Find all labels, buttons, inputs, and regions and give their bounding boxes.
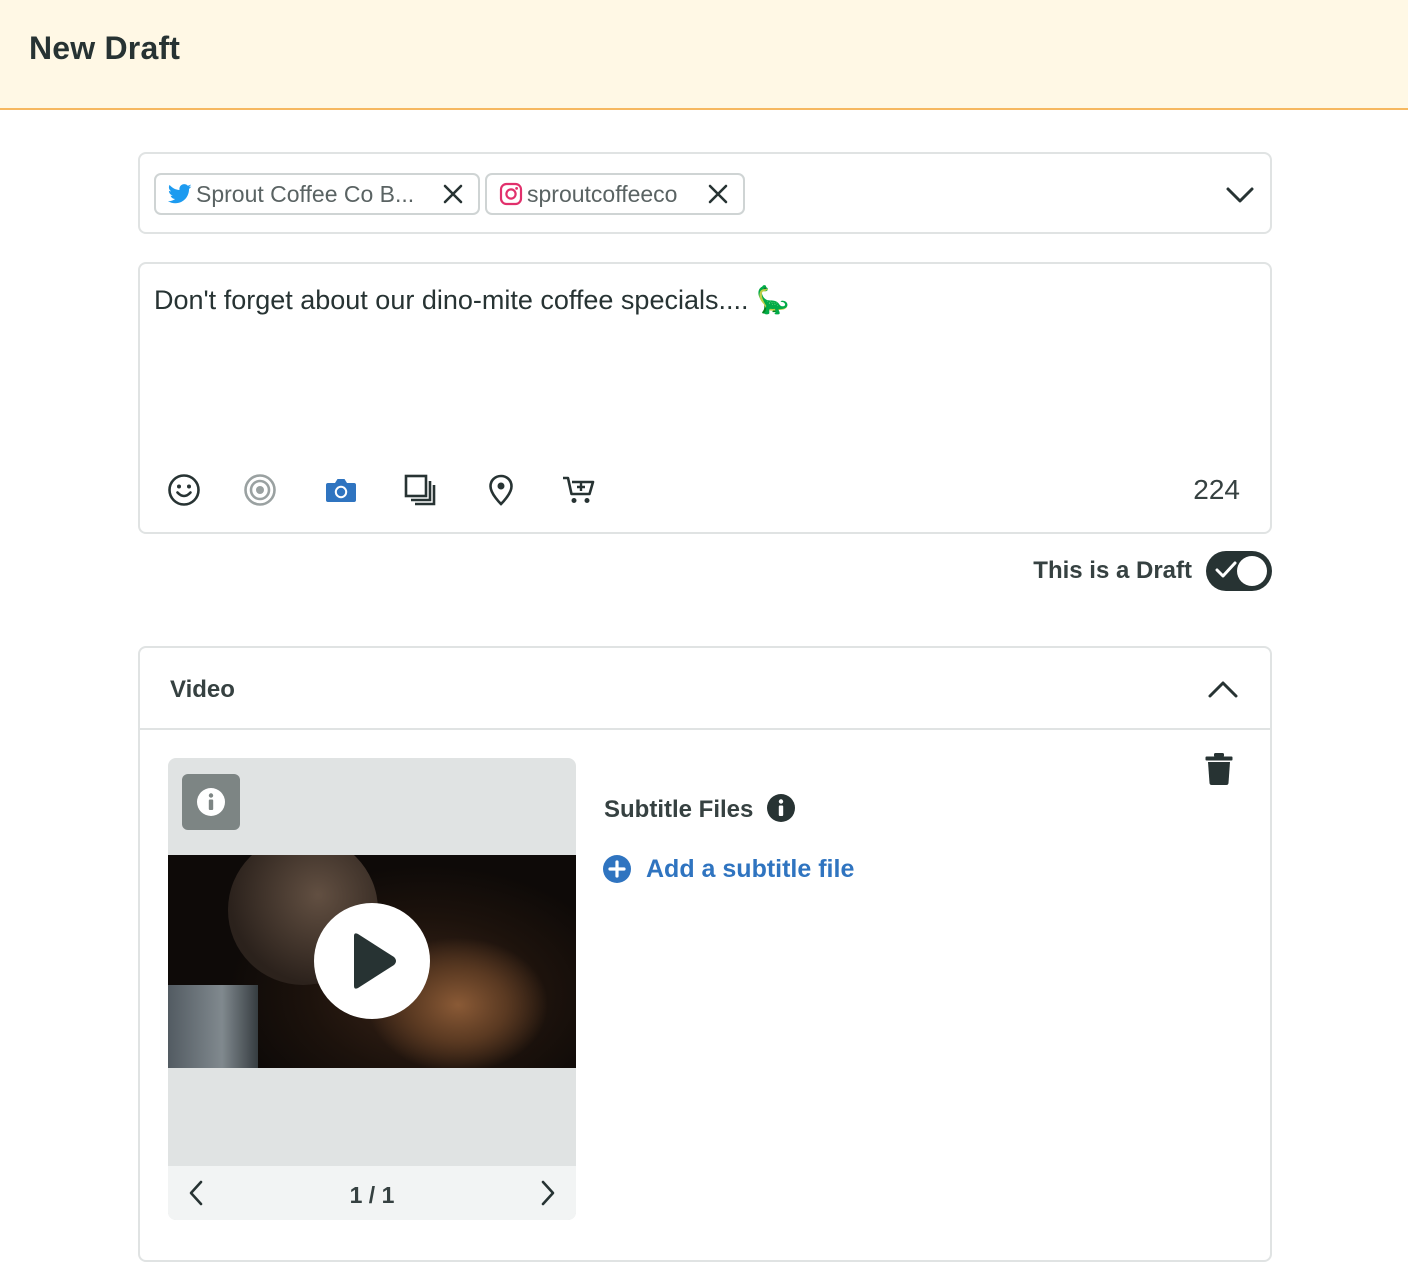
shopping-cart-icon[interactable]	[561, 472, 597, 508]
profile-chip-twitter: Sprout Coffee Co B...	[154, 173, 480, 215]
video-preview: 1 / 1	[168, 758, 576, 1220]
draft-label: This is a Draft	[1033, 557, 1192, 584]
subtitle-files-label: Subtitle Files	[604, 796, 754, 823]
video-info-button[interactable]	[182, 774, 240, 830]
page-header: New Draft	[0, 0, 1408, 110]
checkmark-icon	[1215, 561, 1237, 578]
info-icon	[197, 788, 225, 816]
camera-icon[interactable]	[323, 472, 359, 508]
message-text[interactable]: Don't forget about our dino-mite coffee …	[154, 284, 790, 316]
trash-icon[interactable]	[1204, 752, 1234, 786]
info-icon[interactable]	[766, 793, 796, 823]
draft-toggle-row: This is a Draft	[1033, 550, 1272, 592]
remove-profile-icon[interactable]	[705, 181, 731, 207]
play-button[interactable]	[314, 903, 430, 1019]
profile-selector[interactable]: Sprout Coffee Co B... sproutcoffeeco	[138, 152, 1272, 234]
emoji-icon[interactable]	[166, 472, 202, 508]
instagram-icon	[499, 182, 523, 206]
target-icon[interactable]	[242, 472, 278, 508]
profile-chip-label: sproutcoffeeco	[527, 180, 678, 207]
video-panel-title: Video	[170, 676, 235, 703]
profile-chip-instagram: sproutcoffeeco	[485, 173, 745, 215]
thumbnail-shape	[168, 985, 258, 1068]
play-icon	[354, 933, 396, 989]
video-panel-header[interactable]: Video	[140, 648, 1270, 730]
plus-circle-icon	[603, 855, 631, 883]
add-subtitle-label: Add a subtitle file	[646, 854, 855, 883]
toggle-knob	[1237, 556, 1267, 586]
video-panel: Video 1 / 1 Subtitle Files Add a subtitl…	[138, 646, 1272, 1262]
message-composer[interactable]: Don't forget about our dino-mite coffee …	[138, 262, 1272, 534]
twitter-bird-icon	[168, 184, 192, 204]
media-pager: 1 / 1	[168, 1166, 576, 1220]
page-indicator: 1 / 1	[349, 1182, 395, 1208]
chevron-right-icon[interactable]	[532, 1178, 562, 1208]
draft-toggle[interactable]	[1206, 551, 1272, 591]
remove-profile-icon[interactable]	[440, 181, 466, 207]
media-library-icon[interactable]	[402, 472, 438, 508]
page-title: New Draft	[29, 30, 181, 66]
profile-chip-label: Sprout Coffee Co B...	[196, 180, 415, 207]
chevron-up-icon[interactable]	[1206, 672, 1240, 706]
chevron-down-icon[interactable]	[1224, 178, 1256, 210]
add-subtitle-button[interactable]: Add a subtitle file	[602, 854, 854, 884]
character-counter: 224	[1193, 474, 1240, 505]
video-thumbnail[interactable]	[168, 855, 576, 1068]
location-pin-icon[interactable]	[483, 472, 519, 508]
